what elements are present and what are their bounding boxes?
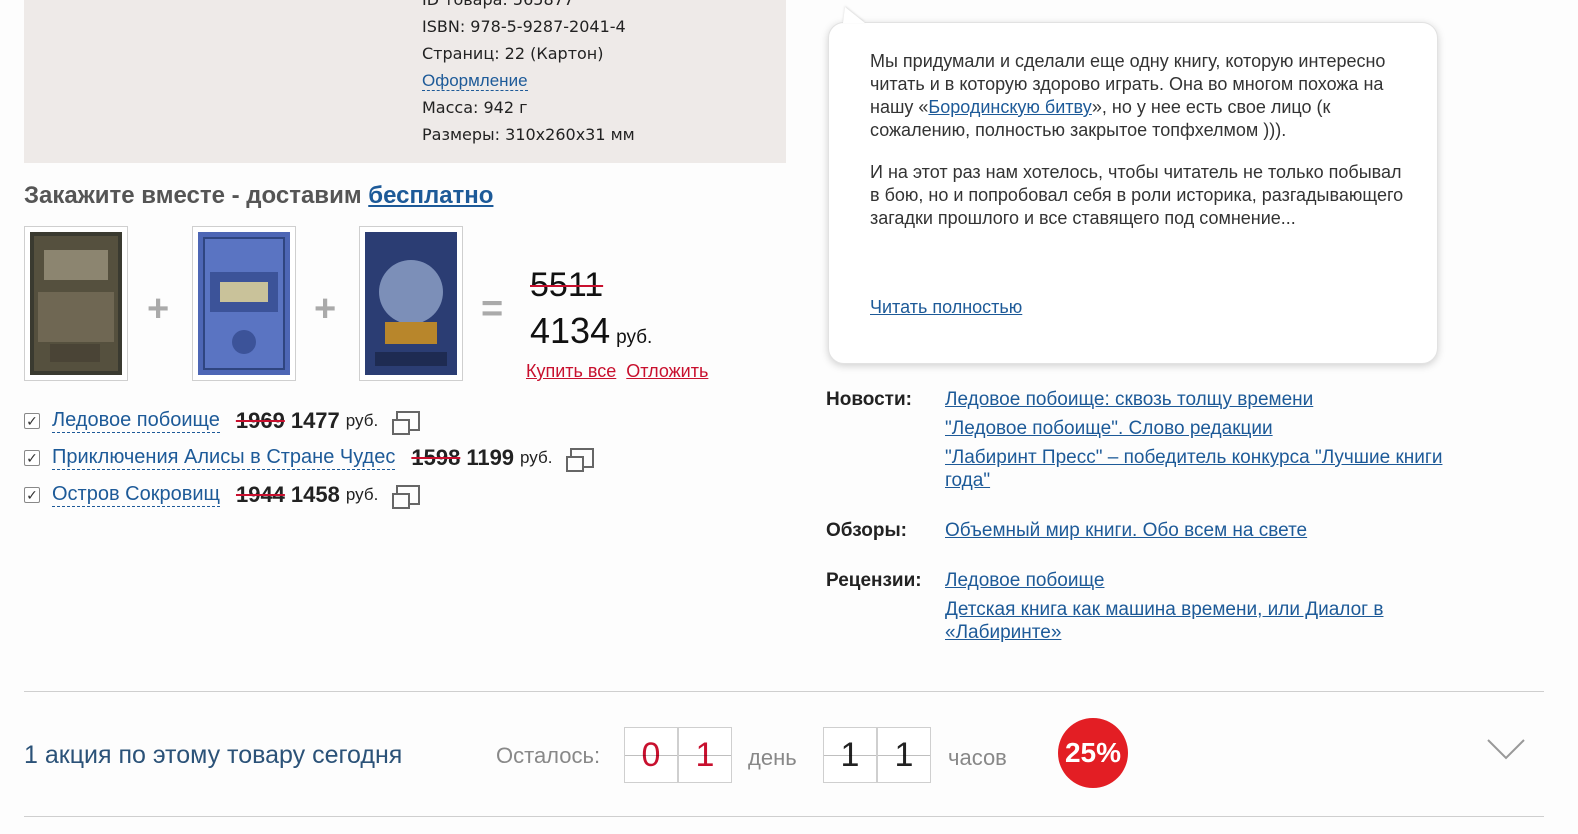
- item-checkbox[interactable]: ✓: [24, 412, 40, 429]
- buy-all-link[interactable]: Купить все: [526, 361, 616, 381]
- item-currency: руб.: [345, 410, 379, 430]
- order-together-title: Закажите вместе - доставим бесплатно: [24, 182, 493, 210]
- book-cover-ice-battle[interactable]: [24, 226, 128, 381]
- item-title-link[interactable]: Ледовое побоище: [52, 409, 220, 433]
- chevron-down-icon[interactable]: [1486, 728, 1526, 768]
- critiques-row: Рецензии: Ледовое побоище Детская книга …: [826, 569, 1486, 650]
- annotation-bubble: Мы придумали и сделали еще одну книгу, к…: [828, 22, 1438, 364]
- days-digit: 0: [624, 727, 678, 783]
- plus-sign: +: [147, 288, 170, 330]
- popup-window-icon[interactable]: [392, 484, 421, 509]
- annotation-paragraph-1: Мы придумали и сделали еще одну книгу, к…: [870, 50, 1410, 142]
- bundle-item: ✓ Остров Сокровищ 1944 1458 руб.: [24, 476, 594, 513]
- product-isbn: ISBN: 978-5-9287-2041-4: [422, 17, 626, 36]
- postpone-link[interactable]: Отложить: [626, 361, 708, 381]
- borodino-link[interactable]: Бородинскую битву: [928, 97, 1092, 117]
- item-new-price: 1199: [466, 444, 515, 470]
- bundle-item: ✓ Ледовое побоище 1969 1477 руб.: [24, 402, 594, 439]
- item-new-price: 1458: [290, 481, 340, 507]
- plus-sign: +: [314, 288, 337, 330]
- item-new-price: 1477: [290, 407, 340, 433]
- reviews-label: Обзоры:: [826, 520, 908, 541]
- design-link[interactable]: Оформление: [422, 71, 528, 91]
- item-title-link[interactable]: Приключения Алисы в Стране Чудес: [52, 446, 396, 470]
- book-cover-treasure-island[interactable]: [359, 226, 463, 381]
- book-cover-image: [198, 232, 290, 375]
- equals-sign: =: [481, 288, 504, 330]
- days-unit: день: [748, 745, 797, 770]
- new-total-value: 4134: [530, 310, 611, 351]
- item-currency: руб.: [345, 484, 379, 504]
- popup-window-icon[interactable]: [566, 447, 595, 472]
- news-label: Новости:: [826, 389, 912, 410]
- currency-label: руб.: [616, 327, 653, 348]
- news-row: Новости: Ледовое побоище: сквозь толщу в…: [826, 388, 1486, 498]
- news-link[interactable]: "Лабиринт Пресс" – победитель конкурса "…: [945, 447, 1442, 491]
- discount-badge: 25%: [1058, 718, 1128, 788]
- item-checkbox[interactable]: ✓: [24, 486, 40, 503]
- product-dimensions: Размеры: 310x260x31 мм: [422, 125, 635, 144]
- new-total-price: 4134 руб.: [530, 310, 652, 352]
- critiques-label: Рецензии:: [826, 570, 922, 591]
- book-cover-image: [365, 232, 457, 375]
- item-checkbox[interactable]: ✓: [24, 449, 40, 466]
- item-old-price: 1969: [235, 407, 285, 433]
- bundle-actions: Купить все Отложить: [526, 361, 718, 382]
- hours-digit: 1: [877, 727, 931, 783]
- old-total-price: 5511: [530, 266, 604, 304]
- item-old-price: 1944: [235, 481, 285, 507]
- promo-title[interactable]: 1 акция по этому товару сегодня: [24, 741, 402, 770]
- free-delivery-link[interactable]: бесплатно: [368, 182, 493, 209]
- product-info-list: ID товара: 565877 ISBN: 978-5-9287-2041-…: [422, 0, 635, 148]
- item-title-link[interactable]: Остров Сокровищ: [52, 483, 220, 507]
- product-weight: Масса: 942 г: [422, 98, 528, 117]
- divider: [24, 816, 1544, 817]
- read-more-link[interactable]: Читать полностью: [870, 297, 1022, 318]
- critique-link[interactable]: Ледовое побоище: [945, 570, 1104, 591]
- item-old-price: 1598: [411, 444, 461, 470]
- critique-link[interactable]: Детская книга как машина времени, или Ди…: [945, 599, 1383, 643]
- bundle-items-list: ✓ Ледовое побоище 1969 1477 руб. ✓ Прикл…: [24, 402, 595, 513]
- hours-digit: 1: [823, 727, 877, 783]
- bundle-item: ✓ Приключения Алисы в Стране Чудес 1598 …: [24, 439, 595, 476]
- book-cover-alice[interactable]: [192, 226, 296, 381]
- divider: [24, 691, 1544, 692]
- product-id: ID товара: 565877: [422, 0, 635, 13]
- hours-unit: часов: [948, 745, 1007, 770]
- annotation-text: Мы придумали и сделали еще одну книгу, к…: [870, 50, 1410, 249]
- time-left-label: Осталось:: [496, 743, 601, 768]
- related-links: Новости: Ледовое побоище: сквозь толщу в…: [826, 388, 1486, 671]
- product-pages: Страниц: 22 (Картон): [422, 44, 604, 63]
- book-cover-image: [30, 232, 122, 375]
- order-together-text: Закажите вместе - доставим: [24, 182, 362, 209]
- popup-window-icon[interactable]: [392, 410, 421, 435]
- annotation-paragraph-2: И на этот раз нам хотелось, чтобы читате…: [870, 162, 1404, 228]
- news-link[interactable]: Ледовое побоище: сквозь толщу времени: [945, 389, 1313, 410]
- review-link[interactable]: Объемный мир книги. Обо всем на свете: [945, 520, 1307, 541]
- news-link[interactable]: "Ледовое побоище". Слово редакции: [945, 418, 1273, 439]
- days-digit: 1: [678, 727, 732, 783]
- reviews-row: Обзоры: Объемный мир книги. Обо всем на …: [826, 519, 1486, 548]
- item-currency: руб.: [520, 447, 553, 467]
- product-info-panel: ID товара: 565877 ISBN: 978-5-9287-2041-…: [24, 0, 786, 163]
